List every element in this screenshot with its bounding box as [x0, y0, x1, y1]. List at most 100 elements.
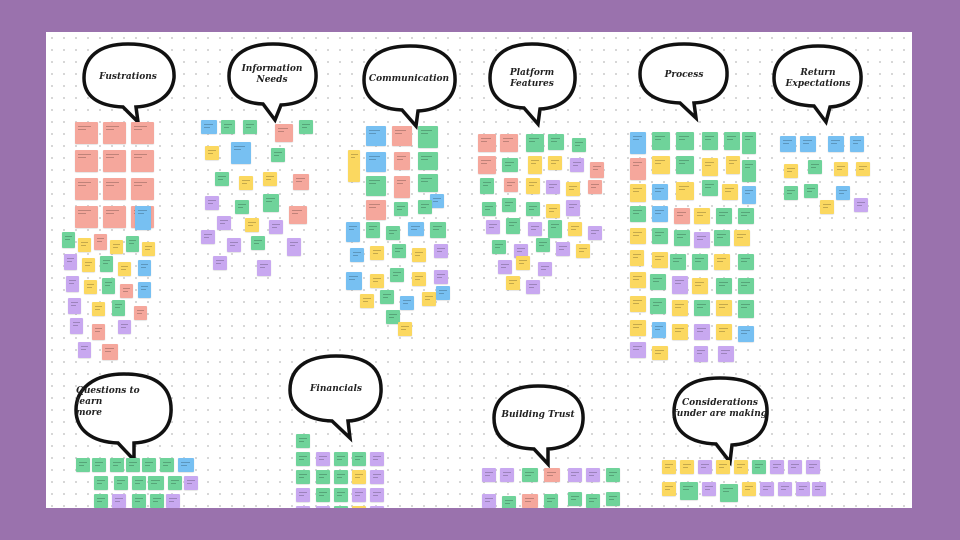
sticky-note[interactable]: [296, 434, 310, 448]
sticky-note[interactable]: [296, 470, 310, 484]
sticky-note[interactable]: [694, 300, 710, 316]
sticky-note[interactable]: [544, 494, 558, 508]
sticky-note[interactable]: [348, 150, 360, 182]
sticky-note[interactable]: [724, 132, 740, 150]
sticky-note[interactable]: [702, 158, 718, 176]
sticky-note[interactable]: [114, 476, 128, 490]
sticky-note[interactable]: [102, 344, 118, 360]
sticky-note[interactable]: [778, 482, 792, 496]
sticky-note[interactable]: [166, 494, 180, 508]
sticky-note[interactable]: [820, 200, 834, 214]
sticky-note[interactable]: [568, 492, 582, 506]
sticky-note[interactable]: [360, 294, 374, 308]
sticky-note[interactable]: [568, 468, 582, 482]
sticky-note[interactable]: [215, 172, 229, 186]
speech-bubble-frustrations[interactable]: Fustrations: [80, 38, 176, 127]
sticky-note[interactable]: [630, 342, 646, 358]
sticky-note[interactable]: [142, 242, 155, 256]
sticky-note[interactable]: [370, 452, 384, 466]
sticky-note[interactable]: [118, 320, 131, 334]
sticky-note[interactable]: [738, 326, 754, 342]
sticky-note[interactable]: [652, 156, 670, 174]
sticky-note[interactable]: [100, 256, 113, 272]
sticky-note[interactable]: [412, 272, 426, 286]
sticky-note[interactable]: [148, 476, 164, 490]
sticky-note[interactable]: [742, 482, 756, 496]
sticky-note[interactable]: [722, 184, 738, 200]
sticky-note[interactable]: [430, 222, 446, 238]
sticky-note[interactable]: [630, 206, 646, 222]
sticky-note[interactable]: [630, 158, 646, 180]
sticky-note[interactable]: [201, 120, 217, 134]
sticky-note[interactable]: [142, 458, 156, 472]
sticky-note[interactable]: [588, 226, 602, 240]
sticky-note[interactable]: [366, 222, 380, 238]
sticky-note[interactable]: [850, 136, 864, 152]
sticky-note[interactable]: [112, 300, 125, 316]
sticky-note[interactable]: [606, 492, 620, 506]
sticky-note[interactable]: [370, 470, 384, 484]
sticky-note[interactable]: [134, 306, 147, 320]
sticky-note[interactable]: [366, 126, 386, 146]
sticky-note[interactable]: [522, 468, 538, 482]
sticky-note[interactable]: [178, 458, 194, 472]
sticky-note[interactable]: [500, 468, 514, 482]
sticky-note[interactable]: [296, 506, 310, 508]
sticky-note[interactable]: [548, 134, 564, 150]
sticky-note[interactable]: [726, 156, 740, 174]
sticky-note[interactable]: [568, 222, 582, 236]
sticky-note[interactable]: [546, 180, 560, 194]
sticky-note[interactable]: [217, 216, 231, 230]
sticky-note[interactable]: [78, 342, 91, 358]
sticky-note[interactable]: [804, 184, 818, 198]
sticky-note[interactable]: [526, 178, 540, 194]
sticky-note[interactable]: [75, 206, 98, 228]
sticky-note[interactable]: [394, 176, 410, 198]
sticky-note[interactable]: [630, 132, 646, 154]
sticky-note[interactable]: [92, 458, 106, 472]
sticky-note[interactable]: [418, 152, 438, 170]
sticky-note[interactable]: [788, 460, 802, 474]
sticky-note[interactable]: [566, 182, 580, 196]
sticky-note[interactable]: [702, 180, 718, 196]
sticky-note[interactable]: [734, 230, 750, 246]
sticky-note[interactable]: [672, 324, 688, 340]
sticky-note[interactable]: [760, 482, 774, 496]
sticky-note[interactable]: [263, 172, 277, 186]
sticky-note[interactable]: [316, 506, 330, 508]
sticky-note[interactable]: [714, 254, 730, 270]
sticky-note[interactable]: [418, 126, 438, 148]
sticky-note[interactable]: [702, 132, 718, 150]
sticky-note[interactable]: [380, 290, 394, 304]
sticky-note[interactable]: [630, 250, 644, 266]
sticky-note[interactable]: [676, 132, 694, 150]
sticky-note[interactable]: [630, 320, 646, 336]
sticky-note[interactable]: [231, 142, 251, 164]
sticky-note[interactable]: [184, 476, 198, 490]
sticky-note[interactable]: [275, 124, 293, 142]
sticky-note[interactable]: [738, 208, 754, 224]
sticky-note[interactable]: [82, 258, 95, 272]
sticky-note[interactable]: [854, 198, 868, 212]
sticky-note[interactable]: [390, 268, 404, 282]
sticky-note[interactable]: [370, 246, 384, 260]
sticky-note[interactable]: [271, 148, 285, 162]
sticky-note[interactable]: [482, 468, 496, 482]
sticky-note[interactable]: [586, 494, 600, 508]
sticky-note[interactable]: [734, 460, 748, 474]
sticky-note[interactable]: [662, 482, 676, 496]
sticky-note[interactable]: [138, 282, 151, 298]
sticky-note[interactable]: [213, 256, 227, 270]
sticky-note[interactable]: [742, 132, 756, 154]
sticky-note[interactable]: [62, 232, 75, 248]
sticky-note[interactable]: [78, 238, 91, 252]
sticky-note[interactable]: [150, 494, 164, 508]
sticky-note[interactable]: [75, 178, 98, 200]
sticky-note[interactable]: [110, 240, 123, 254]
sticky-note[interactable]: [346, 272, 362, 290]
sticky-note[interactable]: [394, 202, 408, 216]
sticky-note[interactable]: [227, 238, 241, 252]
sticky-note[interactable]: [652, 346, 668, 360]
sticky-note[interactable]: [652, 322, 666, 338]
sticky-note[interactable]: [126, 458, 140, 472]
